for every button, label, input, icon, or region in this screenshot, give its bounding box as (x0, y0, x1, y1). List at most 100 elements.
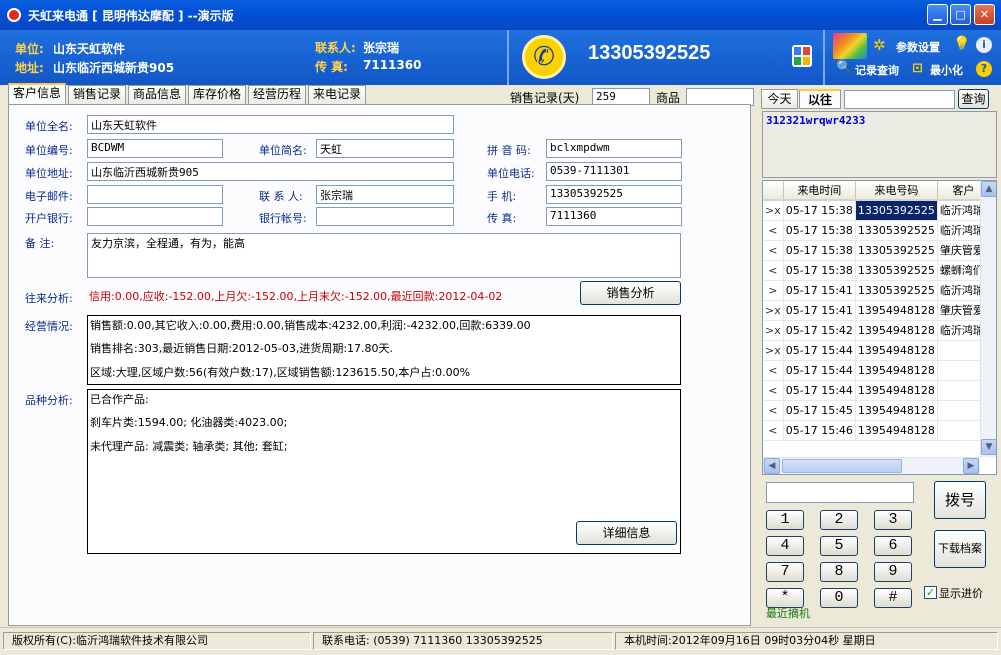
download-profile-button[interactable]: 下载档案 (934, 530, 986, 568)
key-7-button[interactable]: 7 (766, 562, 804, 582)
call-row[interactable]: >x 05-17 15:44 13954948128 (763, 340, 990, 361)
short-name-field[interactable]: 天虹 (316, 139, 454, 158)
call-number: 13305392525 (855, 200, 938, 221)
help-icon[interactable]: ? (976, 61, 992, 77)
call-direction-icon: > (763, 280, 784, 301)
recent-pickup-label[interactable]: 最近摘机 (766, 605, 810, 621)
address-field[interactable]: 山东临沂西城新贵905 (87, 162, 454, 181)
contact-field[interactable]: 张宗瑞 (316, 185, 454, 204)
remark-label: 备 注: (25, 237, 55, 250)
key-1-button[interactable]: 1 (766, 510, 804, 530)
key-0-button[interactable]: 0 (820, 588, 858, 608)
pinyin-field[interactable]: bclxmpdwm (546, 139, 682, 158)
call-direction-icon: >x (763, 300, 784, 321)
settings-link[interactable]: 参数设置 (896, 39, 940, 55)
address-value: 山东临沂西城新贵905 (53, 61, 175, 75)
account-field[interactable] (316, 207, 454, 226)
call-row[interactable]: <05-17 15:38 13305392525 肇庆管爱 (763, 240, 990, 261)
minimize-window-button[interactable]: ▁ (927, 4, 948, 25)
column-header[interactable]: 来电时间 (783, 181, 856, 201)
lightbulb-icon[interactable]: 💡 (953, 36, 970, 52)
call-number: 13305392525 (855, 260, 938, 281)
maximize-window-button[interactable]: □ (950, 4, 971, 25)
scroll-down-icon[interactable]: ▼ (981, 439, 996, 455)
scroll-right-icon[interactable]: ▶ (963, 458, 979, 474)
scroll-left-icon[interactable]: ◀ (764, 458, 780, 474)
scroll-up-icon[interactable]: ▲ (981, 181, 996, 197)
call-row[interactable]: <05-17 15:45 13954948128 (763, 400, 990, 421)
tab-sales-records[interactable]: 销售记录 (68, 85, 126, 104)
call-search-input[interactable] (844, 90, 955, 109)
header-divider (823, 30, 825, 85)
key-6-button[interactable]: 6 (874, 536, 912, 556)
trade-analysis-label: 往来分析: (25, 292, 73, 305)
email-field[interactable] (87, 185, 223, 204)
call-row[interactable]: <05-17 15:46 13954948128 (763, 420, 990, 441)
key-8-button[interactable]: 8 (820, 562, 858, 582)
key-9-button[interactable]: 9 (874, 562, 912, 582)
fax-field[interactable]: 7111360 (546, 207, 682, 226)
call-row[interactable]: >x 05-17 15:41 13954948128 肇庆管爱 (763, 300, 990, 321)
call-number: 13954948128 (855, 340, 938, 361)
column-header[interactable] (763, 181, 784, 201)
tab-today[interactable]: 今天 (761, 89, 798, 109)
dial-number-input[interactable] (766, 482, 914, 503)
scroll-thumb[interactable] (782, 459, 902, 473)
call-panel: 今天 以往 查询 312321wrqwr4233 来电时间 来电号码 客户 >x… (758, 86, 999, 626)
call-time: 05-17 15:46 (783, 420, 856, 441)
code-field[interactable]: BCDWM (87, 139, 223, 158)
key-hash-button[interactable]: # (874, 588, 912, 608)
tab-stock-price[interactable]: 库存价格 (188, 85, 246, 104)
minimize-icon[interactable]: ⊡ (912, 61, 923, 76)
key-4-button[interactable]: 4 (766, 536, 804, 556)
tab-call-records[interactable]: 来电记录 (308, 85, 366, 104)
vertical-scrollbar[interactable]: ▲ ▼ (980, 181, 996, 457)
call-time: 05-17 15:38 (783, 200, 856, 221)
tab-customer-info[interactable]: 客户信息 (8, 83, 66, 104)
bank-field[interactable] (87, 207, 223, 226)
show-purchase-label: 显示进价 (939, 587, 983, 600)
horizontal-scrollbar[interactable]: ◀ ▶ (763, 457, 980, 474)
mobile-field[interactable]: 13305392525 (546, 185, 682, 204)
records-query-link[interactable]: 记录查询 (855, 62, 899, 78)
call-row[interactable]: <05-17 15:44 13954948128 (763, 360, 990, 381)
call-memo[interactable]: 312321wrqwr4233 (762, 111, 997, 178)
search-icon[interactable]: 🔍 (836, 60, 852, 75)
close-window-button[interactable]: ✕ (974, 4, 995, 25)
sales-analysis-button[interactable]: 销售分析 (580, 281, 681, 305)
key-3-button[interactable]: 3 (874, 510, 912, 530)
key-2-button[interactable]: 2 (820, 510, 858, 530)
dial-button[interactable]: 拨号 (934, 481, 986, 519)
detail-info-button[interactable]: 详细信息 (576, 521, 677, 545)
google-icon[interactable] (792, 45, 812, 67)
header-divider (507, 30, 509, 85)
email-label: 电子邮件: (25, 190, 73, 203)
call-search-button[interactable]: 查询 (958, 89, 989, 109)
minimize-link[interactable]: 最小化 (930, 62, 963, 78)
tab-business-history[interactable]: 经营历程 (248, 85, 306, 104)
call-row[interactable]: <05-17 15:38 13305392525 螺蛳湾们 (763, 260, 990, 281)
call-row[interactable]: >x 05-17 15:42 13954948128 临沂鸿瑞 (763, 320, 990, 341)
tab-past[interactable]: 以往 (799, 89, 841, 109)
remark-field[interactable]: 友力京滨，全程通，有为，能高 (87, 233, 681, 278)
call-row[interactable]: >x 05-17 15:38 13305392525 临沂鸿瑞 (763, 200, 990, 221)
customer-header: 单位: 山东天虹软件 地址: 山东临沂西城新贵905 联系人: 张宗瑞 传 真:… (0, 30, 1001, 85)
tab-product-info[interactable]: 商品信息 (128, 85, 186, 104)
operations-line: 销售排名:303,最近销售日期:2012-05-03,进货周期:17.80天. (90, 342, 394, 355)
key-5-button[interactable]: 5 (820, 536, 858, 556)
full-name-field[interactable]: 山东天虹软件 (87, 115, 454, 134)
call-time: 05-17 15:44 (783, 340, 856, 361)
unit-phone-field[interactable]: 0539-7111301 (546, 162, 682, 181)
call-row[interactable]: >05-17 15:41 13305392525 临沂鸿瑞 (763, 280, 990, 301)
call-time: 05-17 15:42 (783, 320, 856, 341)
column-header[interactable]: 来电号码 (855, 181, 938, 201)
call-row[interactable]: <05-17 15:38 13305392525 临沂鸿瑞 (763, 220, 990, 241)
paw-icon[interactable]: 🐾 (767, 48, 787, 67)
info-icon[interactable]: i (976, 37, 992, 53)
call-direction-icon: < (763, 240, 784, 261)
local-time-status: 本机时间:2012年09月16日 09时03分04秒 星期日 (615, 632, 998, 650)
gear-icon[interactable]: ✲ (873, 36, 886, 54)
call-row[interactable]: <05-17 15:44 13954948128 (763, 380, 990, 401)
variety-line: 未代理产品: 减震类; 轴承类; 其他; 套缸; (90, 440, 288, 453)
show-purchase-checkbox[interactable]: ✓ (924, 586, 937, 599)
